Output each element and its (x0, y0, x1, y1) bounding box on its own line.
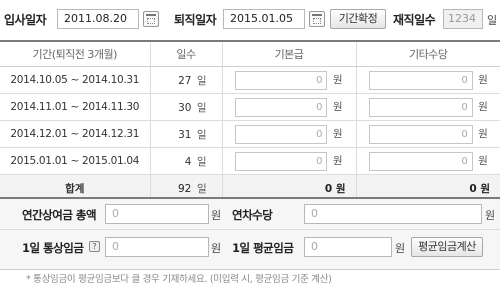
won-unit: 원 (395, 242, 406, 255)
days-cell: 31 일 (149, 120, 222, 148)
other-allowance-input[interactable]: 0 (368, 97, 473, 117)
ordinary-wage-label: 1일 통상임금 (22, 241, 84, 255)
tenure-days-label: 재직일수 (393, 13, 436, 27)
won-unit: 원 (211, 242, 222, 255)
base-pay-cell: 0 원 (221, 147, 356, 175)
base-pay-cell: 0 원 (221, 66, 356, 94)
average-wage-input[interactable]: 0 (304, 237, 392, 257)
days-unit: 일 (196, 182, 207, 195)
leave-date-label: 퇴직일자 (174, 13, 217, 27)
period-cell: 2014.11.01 ~ 2014.11.30 (0, 93, 150, 121)
column-header-other-allowance: 기타수당 (355, 40, 500, 67)
confirm-period-button[interactable]: 기간확정 (330, 9, 386, 29)
won-unit: 원 (332, 155, 343, 167)
calendar-icon[interactable] (309, 11, 325, 27)
column-header-base-pay: 기본급 (221, 40, 356, 67)
won-unit: 원 (332, 128, 343, 140)
days-value: 4 (184, 155, 192, 168)
won-unit: 원 (478, 155, 488, 167)
average-wage-label: 1일 평균임금 (232, 241, 294, 255)
days-cell: 27 일 (149, 66, 222, 94)
annual-bonus-label: 연간상여금 총액 (22, 208, 97, 222)
days-cell: 30 일 (149, 93, 222, 121)
help-icon[interactable]: ? (89, 241, 100, 252)
other-allowance-input[interactable]: 0 (368, 70, 473, 90)
table-row: 2015.01.01 ~ 2015.01.04 4 일 0 원 0 원 (0, 147, 500, 175)
won-unit: 원 (478, 128, 488, 140)
won-unit: 원 (332, 101, 343, 113)
table-row: 2014.12.01 ~ 2014.12.31 31 일 0 원 0 원 (0, 120, 500, 148)
tenure-days-unit: 일 (487, 14, 498, 27)
column-header-days: 일수 (149, 40, 222, 67)
divider (0, 229, 500, 230)
calendar-icon[interactable] (143, 11, 159, 27)
annual-bonus-input[interactable]: 0 (105, 204, 209, 224)
won-unit: 원 (211, 209, 222, 222)
days-value: 30 (178, 101, 192, 114)
other-allowance-cell: 0 원 (355, 93, 500, 121)
footnote: * 통상임금이 평균임금보다 클 경우 기재하세요. (미입력 시, 평균임금 … (26, 274, 332, 285)
other-allowance-input[interactable]: 0 (368, 124, 473, 144)
table-header-row: 기간(퇴직전 3개월) 일수 기본급 기타수당 (0, 40, 500, 67)
annual-leave-pay-label: 연차수당 (232, 208, 273, 222)
base-pay-cell: 0 원 (221, 93, 356, 121)
leave-date-input[interactable]: 2015.01.05 (223, 9, 305, 29)
base-pay-input[interactable]: 0 (235, 151, 328, 171)
base-pay-input[interactable]: 0 (235, 124, 328, 144)
days-unit: 일 (196, 155, 207, 168)
won-unit: 원 (485, 209, 496, 222)
table-row: 2014.10.05 ~ 2014.10.31 27 일 0 원 0 원 (0, 66, 500, 94)
won-unit: 원 (332, 74, 343, 86)
column-header-period: 기간(퇴직전 3개월) (0, 40, 150, 67)
ordinary-wage-input[interactable]: 0 (105, 237, 209, 257)
other-allowance-cell: 0 원 (355, 66, 500, 94)
days-unit: 일 (196, 101, 207, 114)
period-cell: 2014.10.05 ~ 2014.10.31 (0, 66, 150, 94)
period-cell: 2015.01.01 ~ 2015.01.04 (0, 147, 150, 175)
days-cell: 4 일 (149, 147, 222, 175)
period-table: 기간(퇴직전 3개월) 일수 기본급 기타수당 2014.10.05 ~ 201… (0, 40, 500, 202)
days-value: 31 (178, 128, 192, 141)
days-unit: 일 (196, 74, 207, 87)
calculate-average-wage-button[interactable]: 평균임금계산 (411, 237, 483, 257)
base-pay-input[interactable]: 0 (235, 70, 328, 90)
won-unit: 원 (478, 101, 488, 113)
period-cell: 2014.12.01 ~ 2014.12.31 (0, 120, 150, 148)
other-allowance-input[interactable]: 0 (368, 151, 473, 171)
hire-date-label: 입사일자 (4, 13, 47, 27)
table-row: 2014.11.01 ~ 2014.11.30 30 일 0 원 0 원 (0, 93, 500, 121)
days-value: 27 (178, 74, 192, 87)
base-pay-cell: 0 원 (221, 120, 356, 148)
hire-date-input[interactable]: 2011.08.20 (57, 9, 139, 29)
won-unit: 원 (478, 74, 488, 86)
base-pay-input[interactable]: 0 (235, 97, 328, 117)
tenure-days-input: 1234 (443, 9, 483, 29)
total-days-value: 92 (177, 182, 192, 195)
other-allowance-cell: 0 원 (355, 147, 500, 175)
other-allowance-cell: 0 원 (355, 120, 500, 148)
annual-leave-pay-input[interactable]: 0 (304, 204, 482, 224)
days-unit: 일 (196, 128, 207, 141)
